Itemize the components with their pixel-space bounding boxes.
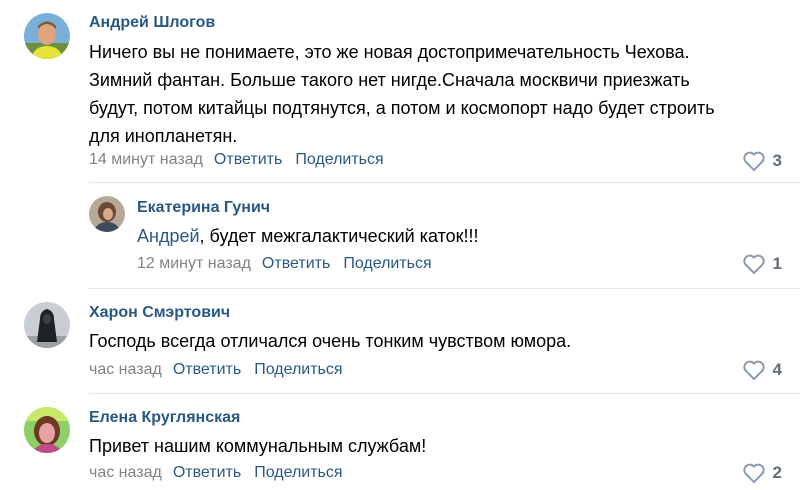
share-button[interactable]: Поделиться xyxy=(295,151,383,169)
comment-text-line: Ничего вы не понимаете, это же новая дос… xyxy=(89,42,690,62)
author-name[interactable]: Екатерина Гунич xyxy=(137,199,270,217)
like-count: 1 xyxy=(772,254,782,273)
like-count: 2 xyxy=(772,463,782,482)
timestamp[interactable]: час назад xyxy=(89,361,162,379)
comment-meta: 14 минут назад Ответить Поделиться xyxy=(89,151,397,169)
comment-text: Ничего вы не понимаете, это же новая дос… xyxy=(89,38,715,150)
share-button[interactable]: Поделиться xyxy=(254,361,342,379)
share-button[interactable]: Поделиться xyxy=(254,464,342,482)
avatar-photo xyxy=(24,302,70,348)
heart-icon xyxy=(742,360,765,380)
like-count: 3 xyxy=(772,151,782,170)
avatar-photo xyxy=(24,407,70,453)
author-name[interactable]: Харон Смэртович xyxy=(89,304,230,322)
author-name[interactable]: Андрей Шлогов xyxy=(89,14,215,32)
like-button[interactable]: 1 xyxy=(742,253,782,275)
avatar[interactable] xyxy=(24,407,70,453)
like-count: 4 xyxy=(772,360,782,379)
avatar[interactable] xyxy=(24,302,70,348)
comment-text: Привет нашим коммунальным службам! xyxy=(89,436,427,456)
comment-text-body: , будет межгалактический каток!!! xyxy=(199,226,479,246)
reply-button[interactable]: Ответить xyxy=(214,151,282,169)
comment-meta: час назад Ответить Поделиться xyxy=(89,464,356,482)
avatar-photo xyxy=(24,13,70,59)
comment-text-line: будут, потом китайцы подтянутся, а потом… xyxy=(89,98,715,118)
reply-button[interactable]: Ответить xyxy=(262,255,330,273)
avatar[interactable] xyxy=(89,196,125,232)
heart-icon xyxy=(742,254,765,274)
avatar[interactable] xyxy=(24,13,70,59)
reply-button[interactable]: Ответить xyxy=(173,361,241,379)
comment-text: Андрей, будет межгалактический каток!!! xyxy=(137,222,479,250)
like-button[interactable]: 3 xyxy=(742,150,782,172)
reply-button[interactable]: Ответить xyxy=(173,464,241,482)
avatar-photo xyxy=(89,196,125,232)
timestamp[interactable]: 12 минут назад xyxy=(137,255,251,273)
comment-meta: 12 минут назад Ответить Поделиться xyxy=(137,255,445,273)
divider xyxy=(89,393,800,394)
like-button[interactable]: 2 xyxy=(742,462,782,484)
comment-text: Господь всегда отличался очень тонким чу… xyxy=(89,331,572,351)
heart-icon xyxy=(742,463,765,483)
timestamp[interactable]: 14 минут назад xyxy=(89,151,203,169)
timestamp[interactable]: час назад xyxy=(89,464,162,482)
author-name[interactable]: Елена Круглянская xyxy=(89,409,240,427)
comment-meta: час назад Ответить Поделиться xyxy=(89,361,356,379)
share-button[interactable]: Поделиться xyxy=(343,255,431,273)
mention-link[interactable]: Андрей xyxy=(137,226,200,246)
comment-text-line: Зимний фантан. Больше такого нет нигде.С… xyxy=(89,70,690,90)
like-button[interactable]: 4 xyxy=(742,359,782,381)
comment-text-line: для инопланетян. xyxy=(89,126,238,146)
divider xyxy=(89,288,800,289)
divider xyxy=(89,182,800,183)
heart-icon xyxy=(742,151,765,171)
